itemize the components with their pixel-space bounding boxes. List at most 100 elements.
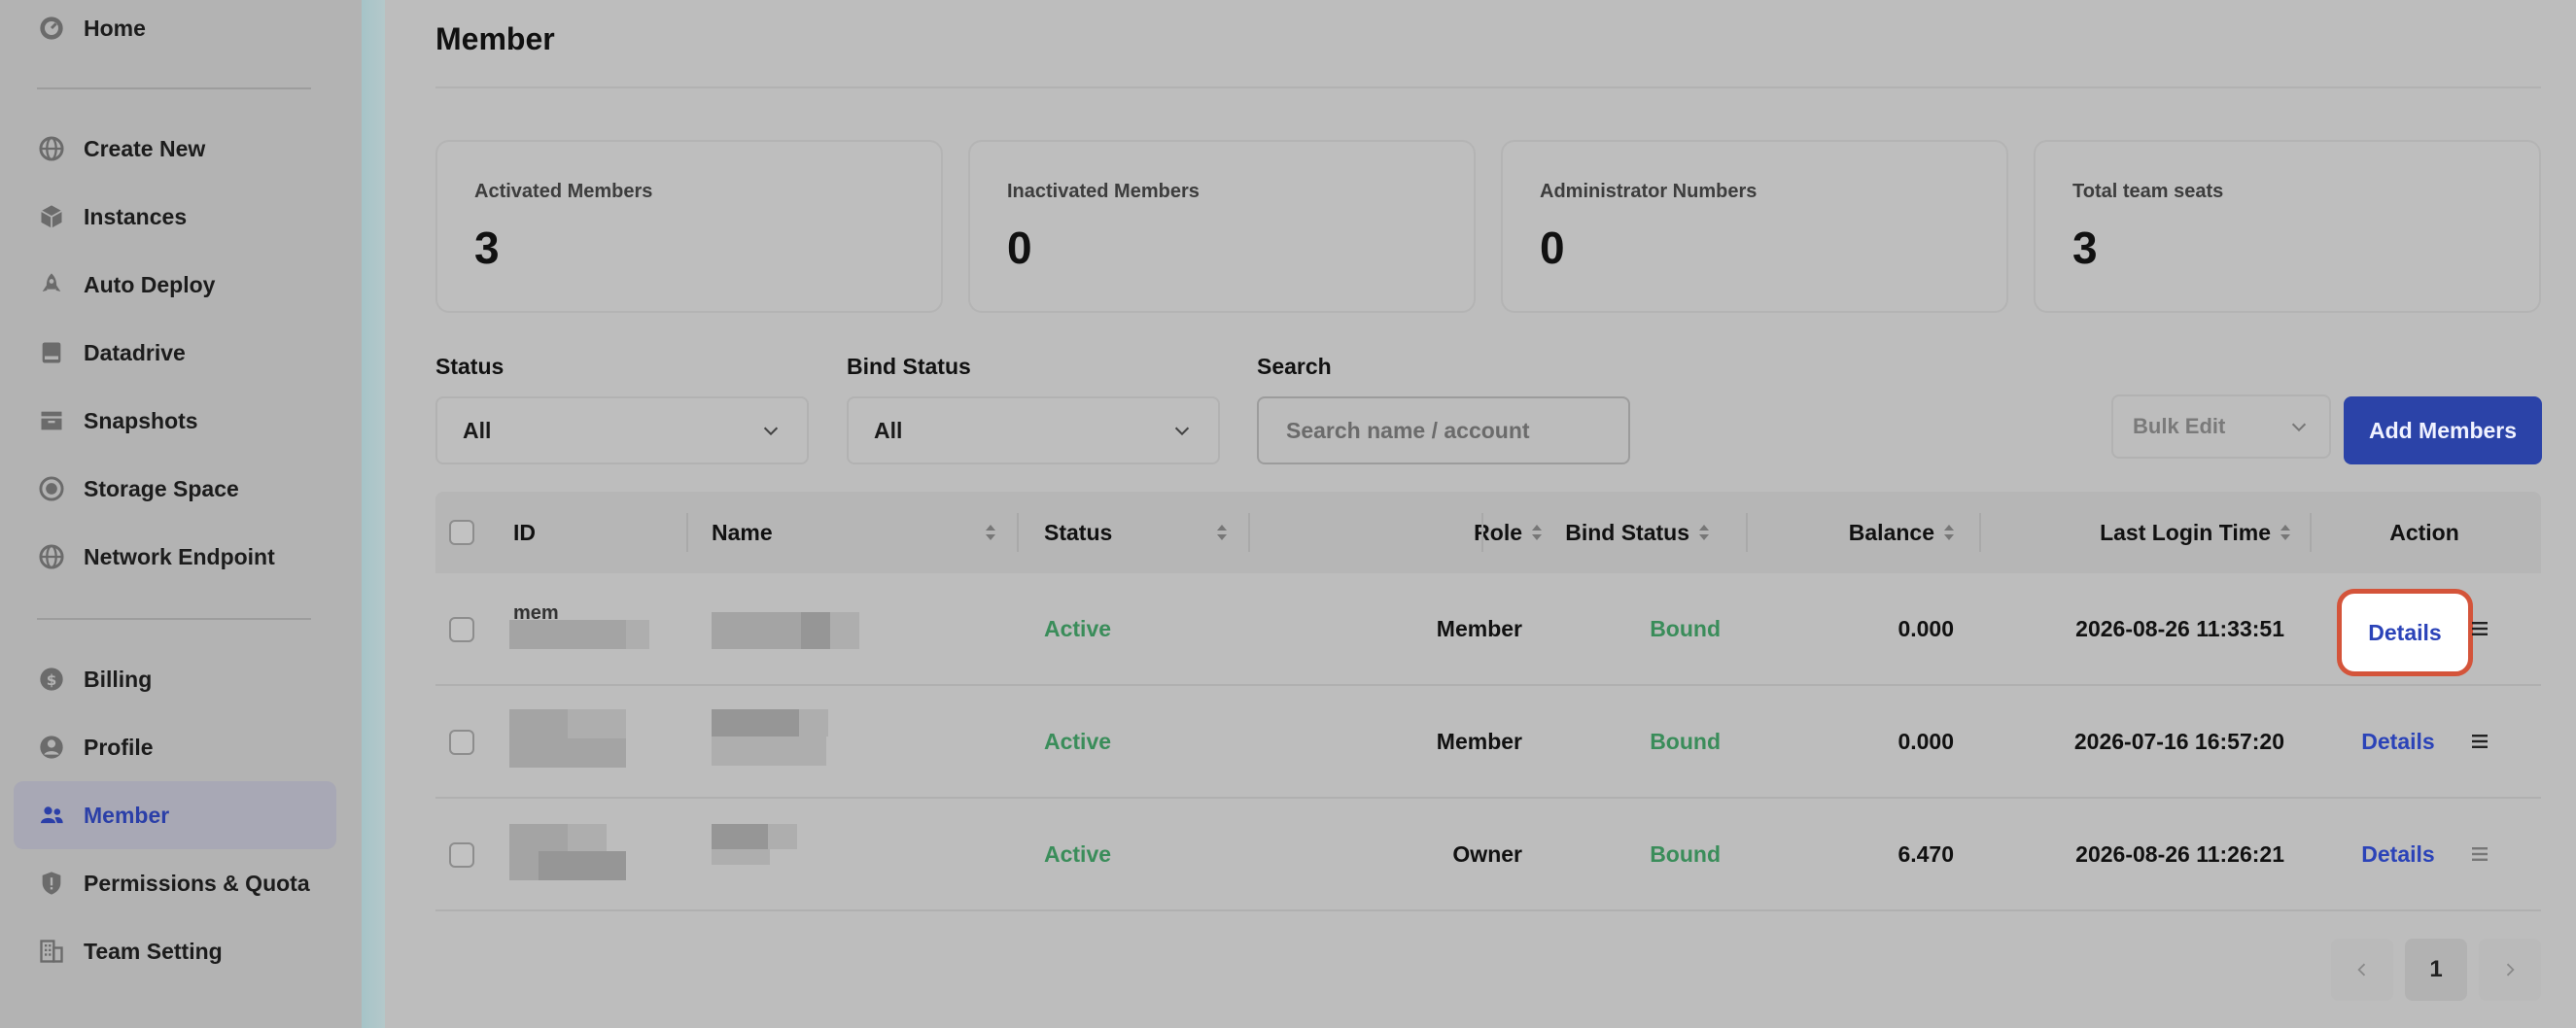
sidebar-item-storage-space[interactable]: Storage Space	[14, 455, 336, 523]
redacted-name	[712, 737, 826, 766]
redacted-name	[712, 709, 799, 737]
page-title: Member	[435, 21, 555, 56]
sidebar-item-instances[interactable]: Instances	[14, 183, 336, 251]
table-header: ID Name Status Role Bind Status Balance …	[435, 492, 2541, 573]
column-header-balance[interactable]: Balance	[1796, 492, 1956, 573]
pagination-prev-button[interactable]	[2331, 939, 2393, 1001]
stat-card-total-seats: Total team seats 3	[2034, 140, 2541, 313]
sidebar-item-datadrive[interactable]: Datadrive	[14, 319, 336, 387]
column-header-status[interactable]: Status	[1044, 492, 1112, 573]
redacted-id	[626, 620, 649, 649]
menu-icon[interactable]	[2471, 620, 2489, 637]
status-cell: Active	[1044, 615, 1112, 641]
pagination-page-1[interactable]: 1	[2405, 939, 2467, 1001]
select-all-checkbox[interactable]	[449, 520, 474, 545]
row-checkbox[interactable]	[449, 730, 474, 755]
last-login-cell: 2026-08-26 11:26:21	[2075, 840, 2284, 867]
chevron-right-icon	[2506, 963, 2515, 977]
sidebar-item-permissions-quota[interactable]: Permissions & Quota	[14, 849, 336, 917]
chevron-down-icon	[1174, 427, 1190, 436]
balance-cell: 0.000	[1897, 615, 1954, 641]
sort-icon	[1944, 525, 1954, 540]
column-header-id: ID	[513, 519, 536, 545]
bulk-edit-select[interactable]: Bulk Edit	[2111, 394, 2331, 459]
title-divider	[435, 86, 2541, 88]
row-checkbox[interactable]	[449, 842, 474, 868]
balance-cell: 0.000	[1897, 728, 1954, 754]
profile-icon	[37, 733, 66, 762]
table-row: mem Active Member Bound 0.000 2026-08-26…	[435, 573, 2541, 686]
add-members-button[interactable]: Add Members	[2344, 396, 2542, 464]
rocket-icon	[37, 270, 66, 299]
stat-value: 3	[2072, 223, 2098, 273]
column-separator	[1017, 513, 1019, 552]
redacted-id	[539, 851, 626, 880]
sidebar-edge	[362, 0, 385, 1028]
menu-icon[interactable]	[2471, 733, 2489, 750]
bind-status-cell: Bound	[1650, 840, 1721, 867]
sort-icon[interactable]	[984, 521, 997, 544]
table-row: Active Member Bound 0.000 2026-07-16 16:…	[435, 686, 2541, 799]
sidebar-item-label: Auto Deploy	[84, 271, 216, 297]
column-header-name[interactable]: Name	[712, 492, 773, 573]
status-cell: Active	[1044, 840, 1112, 867]
redacted-name	[712, 612, 801, 649]
details-button[interactable]: Details	[2341, 799, 2455, 909]
column-header-last-login[interactable]: Last Login Time	[2030, 492, 2292, 573]
redacted-id	[509, 824, 568, 851]
column-header-bind-status[interactable]: Bind Status	[1505, 492, 1711, 573]
sidebar-item-label: Datadrive	[84, 339, 186, 365]
sidebar-item-snapshots[interactable]: Snapshots	[14, 387, 336, 455]
sidebar-item-profile[interactable]: Profile	[14, 713, 336, 781]
role-cell: Member	[1436, 728, 1522, 754]
redacted-name	[801, 612, 830, 649]
sidebar-item-create-new[interactable]: Create New	[14, 115, 336, 183]
menu-icon[interactable]	[2471, 845, 2489, 863]
column-header-label: Status	[1044, 519, 1113, 545]
pagination-next-button[interactable]	[2479, 939, 2541, 1001]
sidebar-item-member[interactable]: Member	[14, 781, 336, 849]
chevron-down-icon	[2291, 423, 2307, 432]
sidebar-item-billing[interactable]: $ Billing	[14, 645, 336, 713]
redacted-id	[509, 738, 626, 768]
globe-icon	[37, 134, 66, 163]
sidebar-divider	[37, 87, 311, 89]
sidebar-item-team-setting[interactable]: Team Setting	[14, 917, 336, 985]
stat-value: 3	[474, 223, 500, 273]
status-select-value: All	[463, 417, 492, 443]
stat-label: Administrator Numbers	[1540, 181, 1758, 202]
search-field[interactable]	[1257, 396, 1630, 464]
column-header-label: Last Login Time	[2100, 519, 2271, 545]
stat-value: 0	[1540, 223, 1565, 273]
column-header-label: Bind Status	[1565, 519, 1689, 545]
sidebar-item-auto-deploy[interactable]: Auto Deploy	[14, 251, 336, 319]
redacted-id	[568, 824, 607, 851]
sort-icon	[2280, 525, 2290, 540]
bind-status-select[interactable]: All	[847, 396, 1220, 464]
snapshot-icon	[37, 406, 66, 435]
sidebar-item-home[interactable]: Home	[14, 0, 336, 62]
column-header-label: Balance	[1848, 519, 1934, 545]
last-login-cell: 2026-07-16 16:57:20	[2073, 728, 2284, 754]
redacted-name	[712, 824, 768, 849]
sidebar-item-label: Permissions & Quota	[84, 870, 310, 896]
column-separator	[2310, 513, 2312, 552]
home-icon	[37, 14, 66, 43]
redacted-name	[830, 612, 859, 649]
table-row: Active Owner Bound 6.470 2026-08-26 11:2…	[435, 799, 2541, 911]
redacted-name	[768, 824, 797, 849]
role-cell: Member	[1436, 615, 1522, 641]
details-button[interactable]: Details	[2337, 589, 2473, 676]
details-button[interactable]: Details	[2341, 686, 2455, 797]
sidebar: Home Create New Instances Auto Deploy Da…	[0, 0, 362, 1028]
row-checkbox[interactable]	[449, 617, 474, 642]
status-select[interactable]: All	[435, 396, 809, 464]
search-input[interactable]	[1284, 416, 1603, 445]
sort-icon[interactable]	[1215, 521, 1229, 544]
sidebar-item-network-endpoint[interactable]: Network Endpoint	[14, 523, 336, 591]
sidebar-item-label: Profile	[84, 734, 154, 760]
bulk-edit-label: Bulk Edit	[2133, 414, 2226, 438]
sidebar-item-label: Team Setting	[84, 938, 223, 964]
status-cell: Active	[1044, 728, 1112, 754]
billing-icon: $	[37, 665, 66, 694]
